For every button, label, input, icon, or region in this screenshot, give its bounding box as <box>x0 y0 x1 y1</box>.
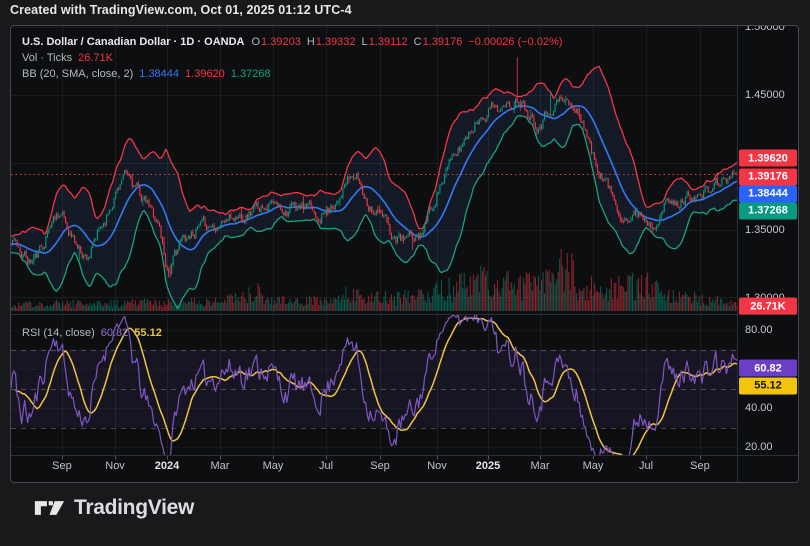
rsi-legend-row[interactable]: RSI (14, close) 60.82 55.12 <box>22 325 168 341</box>
time-axis-label: Nov <box>427 460 447 472</box>
volume-value: 26.71K <box>78 50 113 66</box>
price-badge: 1.39176 <box>739 168 797 185</box>
bb-lower-value: 1.37268 <box>231 66 271 82</box>
time-axis-label: Jul <box>319 460 333 472</box>
tradingview-logo-text: TradingView <box>74 496 194 520</box>
rsi-ma-value: 55.12 <box>134 327 162 339</box>
high-value: 1.39332 <box>316 34 356 50</box>
tradingview-icon <box>34 498 65 518</box>
time-axis-label: May <box>263 460 284 472</box>
rsi-label: RSI (14, close) <box>22 327 95 339</box>
time-axis-label: Sep <box>690 460 710 472</box>
rsi-axis-label: 40.00 <box>745 402 773 414</box>
time-axis-label: Mar <box>531 460 550 472</box>
time-axis-label: Nov <box>105 460 125 472</box>
volume-label: Vol · Ticks <box>22 50 72 66</box>
volume-badge: 26.71K <box>739 298 797 315</box>
time-axis-label: May <box>583 460 604 472</box>
time-axis-year-label: 2025 <box>476 460 500 472</box>
time-axis-year-label: 2024 <box>155 460 179 472</box>
close-value: 1.39176 <box>423 34 463 50</box>
close-label: C <box>414 34 422 50</box>
created-with-text: Created with TradingView.com, Oct 01, 20… <box>10 3 352 17</box>
rsi-badge: 60.82 <box>739 360 797 377</box>
symbol-legend-row[interactable]: U.S. Dollar / Canadian Dollar · 1D · OAN… <box>22 34 563 50</box>
time-axis-label: Mar <box>211 460 230 472</box>
tradingview-logo[interactable]: TradingView <box>34 496 194 520</box>
time-axis-label: Sep <box>52 460 72 472</box>
open-label: O <box>251 34 260 50</box>
chart-canvas[interactable] <box>11 26 798 482</box>
open-value: 1.39203 <box>261 34 301 50</box>
rsi-value: 60.82 <box>101 327 129 339</box>
low-label: L <box>362 34 368 50</box>
bb-basis-value: 1.38444 <box>139 66 179 82</box>
price-axis-label: 1.50000 <box>745 25 785 33</box>
price-badge: 1.39620 <box>739 150 797 167</box>
high-label: H <box>307 34 315 50</box>
price-badge: 1.38444 <box>739 185 797 202</box>
chart-legend[interactable]: U.S. Dollar / Canadian Dollar · 1D · OAN… <box>22 34 563 82</box>
low-value: 1.39112 <box>369 34 408 50</box>
tradingview-snapshot: Created with TradingView.com, Oct 01, 20… <box>0 0 810 546</box>
price-axis-label: 1.35000 <box>745 224 785 236</box>
symbol-title: U.S. Dollar / Canadian Dollar · 1D · OAN… <box>22 34 244 50</box>
bb-label: BB (20, SMA, close, 2) <box>22 66 133 82</box>
rsi-axis-label: 80.00 <box>745 324 773 336</box>
time-axis-label: Sep <box>370 460 390 472</box>
time-axis-label: Jul <box>639 460 653 472</box>
bb-legend-row[interactable]: BB (20, SMA, close, 2) 1.38444 1.39620 1… <box>22 66 563 82</box>
bb-upper-value: 1.39620 <box>185 66 225 82</box>
volume-legend-row[interactable]: Vol · Ticks 26.71K <box>22 50 563 66</box>
rsi-axis-label: 20.00 <box>745 441 773 453</box>
change-value: −0.00026 (−0.02%) <box>468 34 562 50</box>
price-badge: 1.37268 <box>739 202 797 219</box>
price-axis-label: 1.45000 <box>745 89 785 101</box>
rsi-badge: 55.12 <box>739 377 797 394</box>
chart-widget[interactable]: U.S. Dollar / Canadian Dollar · 1D · OAN… <box>10 25 799 483</box>
